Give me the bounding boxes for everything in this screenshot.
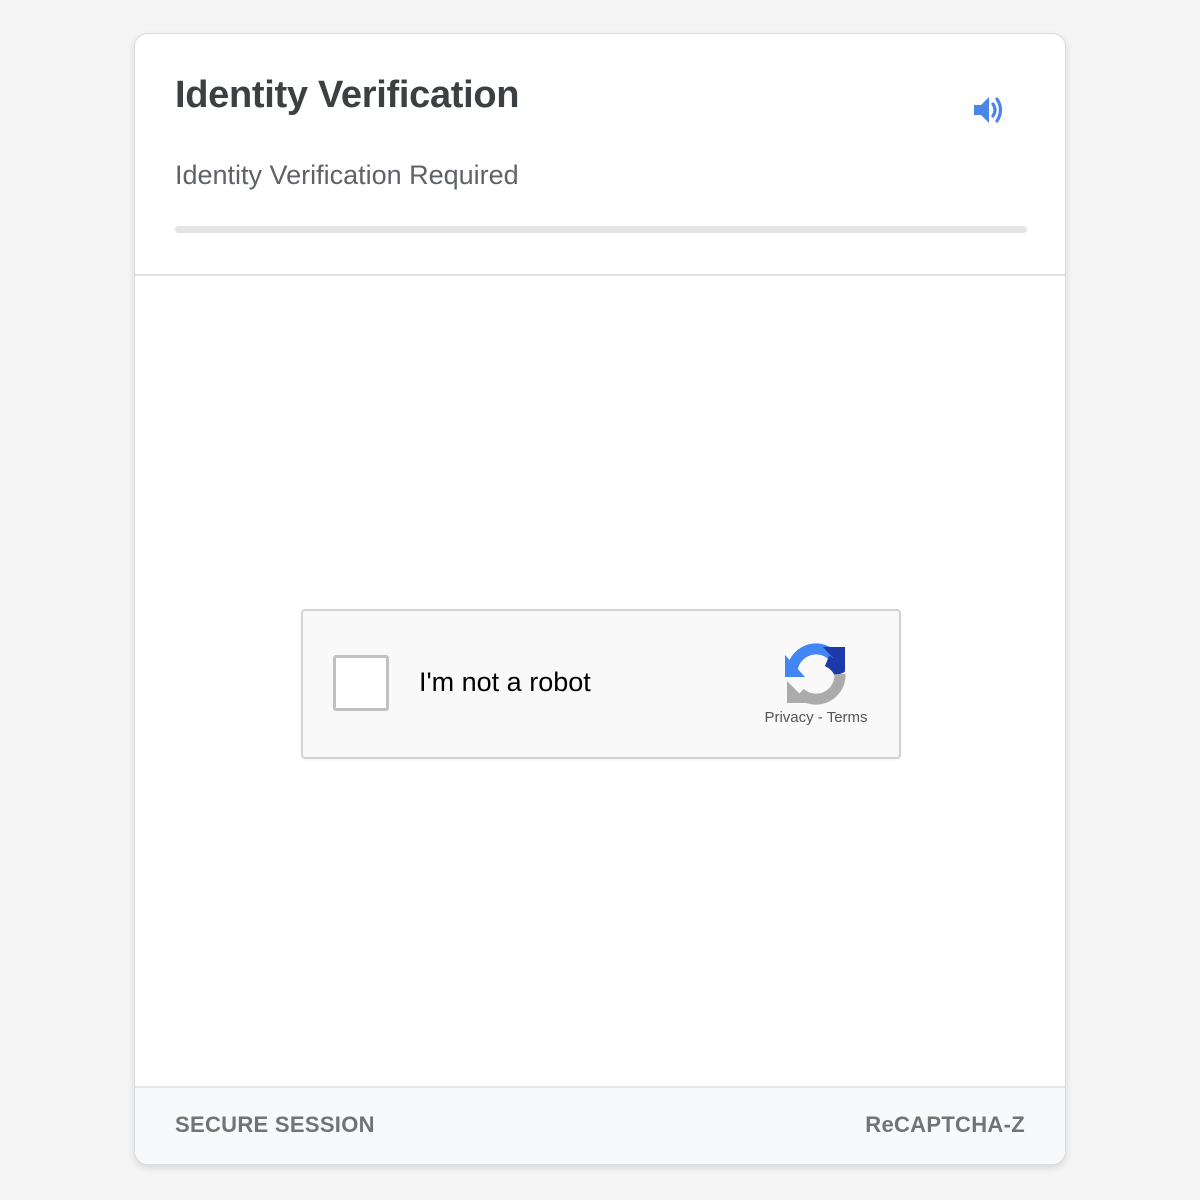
captcha-brand-label: ReCAPTCHA-Z [865,1112,1025,1137]
recaptcha-widget: I'm not a robot Privacy - Terms [301,609,901,759]
page-title: Identity Verification [175,74,520,116]
recaptcha-links: Privacy - Terms [743,709,889,726]
not-a-robot-label: I'm not a robot [419,667,591,697]
progress-bar [175,226,1027,233]
verification-card: Identity Verification Identity Verificat… [134,33,1066,1165]
not-a-robot-checkbox[interactable] [333,655,389,711]
card-header: Identity Verification Identity Verificat… [135,34,1065,276]
recaptcha-logo-icon [785,643,846,705]
page-subtitle: Identity Verification Required [175,160,519,190]
audio-button[interactable] [967,90,1011,130]
links-separator: - [813,709,827,726]
speaker-volume-icon [974,97,1003,123]
challenge-area: I'm not a robot Privacy - Terms [135,276,1065,1088]
secure-session-label: SECURE SESSION [175,1112,375,1137]
card-footer: SECURE SESSION ReCAPTCHA-Z [135,1086,1065,1164]
terms-link[interactable]: Terms [827,709,868,726]
privacy-link[interactable]: Privacy [764,709,813,726]
